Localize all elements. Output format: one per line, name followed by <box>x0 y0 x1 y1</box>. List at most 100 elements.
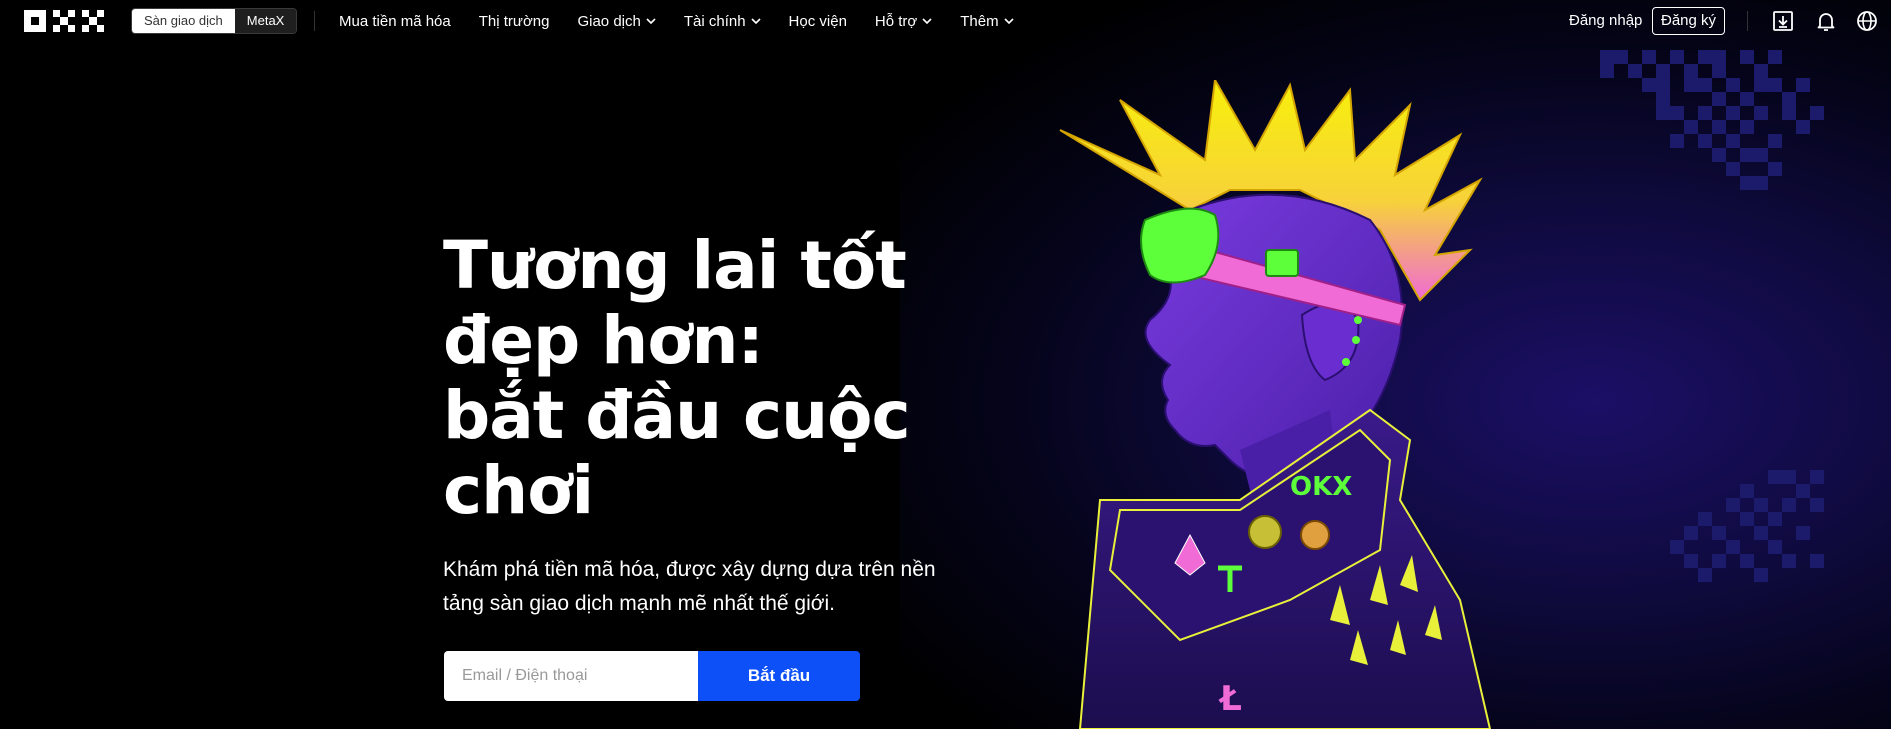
pixel-block <box>1600 50 1614 64</box>
pixel-block <box>1754 64 1768 78</box>
pixel-block <box>1740 484 1754 498</box>
email-phone-input[interactable] <box>444 651 698 701</box>
nav-more[interactable]: Thêm <box>960 13 1014 30</box>
pixel-block <box>1754 568 1768 582</box>
pixel-block <box>1670 134 1684 148</box>
hero-title-line: chơi <box>443 452 594 529</box>
pixel-block <box>1754 78 1768 92</box>
pixel-block <box>1726 540 1740 554</box>
pixel-block <box>1740 120 1754 134</box>
pixel-block <box>1712 50 1726 64</box>
nav-label: Mua tiền mã hóa <box>339 12 451 30</box>
svg-text:Ł: Ł <box>1218 679 1242 719</box>
pixel-block <box>1782 92 1796 106</box>
page: Sàn giao dịch MetaX Mua tiền mã hóa Thị … <box>0 0 1891 729</box>
pixel-block <box>1712 92 1726 106</box>
pixel-block <box>1768 540 1782 554</box>
download-icon[interactable] <box>1771 9 1795 33</box>
divider <box>314 11 315 31</box>
pixel-block <box>1768 134 1782 148</box>
pixel-block <box>1782 470 1796 484</box>
pixel-block <box>1656 78 1670 92</box>
register-button[interactable]: Đăng ký <box>1652 7 1726 35</box>
nav-label: Hỗ trợ <box>874 12 918 30</box>
pixel-block <box>1754 106 1768 120</box>
pixel-block <box>1810 554 1824 568</box>
pixel-block <box>1684 554 1698 568</box>
pixel-block <box>1796 78 1810 92</box>
pixel-block <box>1712 526 1726 540</box>
chevron-down-icon <box>646 18 656 25</box>
pixel-block <box>1754 176 1768 190</box>
pixel-block <box>1768 162 1782 176</box>
hero-title-line: Tương lai tốt <box>443 227 907 304</box>
pixel-block <box>1684 526 1698 540</box>
hero-subtitle: Khám phá tiền mã hóa, được xây dựng dựa … <box>443 558 936 615</box>
chevron-down-icon <box>922 18 932 25</box>
pixel-block <box>1684 78 1698 92</box>
nav-label: Học viện <box>788 12 847 30</box>
pixel-block <box>1698 50 1712 64</box>
pixel-block <box>1684 120 1698 134</box>
pixel-block <box>1712 120 1726 134</box>
pixel-block <box>1670 540 1684 554</box>
pixel-block <box>1670 106 1684 120</box>
pixel-block <box>1740 554 1754 568</box>
globe-icon[interactable] <box>1855 9 1879 33</box>
pixel-block <box>1726 106 1740 120</box>
pixel-block <box>1656 64 1670 78</box>
pixel-block <box>1698 568 1712 582</box>
pixel-block <box>1726 498 1740 512</box>
bell-icon[interactable] <box>1814 9 1838 33</box>
hero-title: Tương lai tốt đẹp hơn: bắt đầu cuộc chơi <box>443 228 963 528</box>
hero-title-line: bắt đầu cuộc <box>443 377 911 454</box>
pixel-block <box>1698 512 1712 526</box>
pixel-block <box>1796 484 1810 498</box>
main-nav: Mua tiền mã hóa Thị trường Giao dịch Tài… <box>339 0 1042 42</box>
pixel-block <box>1726 162 1740 176</box>
metax-tab[interactable]: MetaX <box>234 9 297 33</box>
mode-switch: Sàn giao dịch MetaX <box>131 8 298 34</box>
pixel-block <box>1726 78 1740 92</box>
nav-finance[interactable]: Tài chính <box>684 13 761 30</box>
pixel-block <box>1782 498 1796 512</box>
pixel-block <box>1740 50 1754 64</box>
pixel-block <box>1768 512 1782 526</box>
pixel-block <box>1782 106 1796 120</box>
nav-support[interactable]: Hỗ trợ <box>875 13 932 30</box>
pixel-block <box>1810 106 1824 120</box>
top-navigation-bar: Sàn giao dịch MetaX Mua tiền mã hóa Thị … <box>0 0 1891 42</box>
okx-badge: OKX <box>1290 472 1352 502</box>
get-started-button[interactable]: Bắt đầu <box>698 651 860 701</box>
pixel-block <box>1698 106 1712 120</box>
pixel-block <box>1684 64 1698 78</box>
pixel-block <box>1796 120 1810 134</box>
divider <box>1747 11 1748 31</box>
pixel-block <box>1642 78 1656 92</box>
chevron-down-icon <box>1004 18 1014 25</box>
exchange-tab[interactable]: Sàn giao dịch <box>132 9 235 33</box>
pixel-block <box>1754 526 1768 540</box>
pixel-block <box>1796 526 1810 540</box>
nav-label: Tài chính <box>683 12 746 30</box>
okx-logo[interactable] <box>24 10 104 32</box>
nav-academy[interactable]: Học viện <box>789 13 847 30</box>
pixel-block <box>1768 50 1782 64</box>
nav-buy-crypto[interactable]: Mua tiền mã hóa <box>339 13 451 30</box>
login-link[interactable]: Đăng nhập <box>1569 12 1642 29</box>
pixel-block <box>1656 106 1670 120</box>
nav-markets[interactable]: Thị trường <box>479 13 550 30</box>
pixel-block <box>1712 148 1726 162</box>
pixel-block <box>1740 176 1754 190</box>
pixel-block <box>1614 50 1628 64</box>
nav-trade[interactable]: Giao dịch <box>577 13 656 30</box>
pixel-block <box>1726 134 1740 148</box>
pixel-block <box>1740 512 1754 526</box>
pixel-block <box>1740 92 1754 106</box>
pixel-block <box>1712 554 1726 568</box>
pixel-block <box>1698 134 1712 148</box>
chevron-down-icon <box>750 18 761 25</box>
pixel-block <box>1754 498 1768 512</box>
pixel-pattern-decoration <box>1600 50 1891 729</box>
pixel-block <box>1698 78 1712 92</box>
